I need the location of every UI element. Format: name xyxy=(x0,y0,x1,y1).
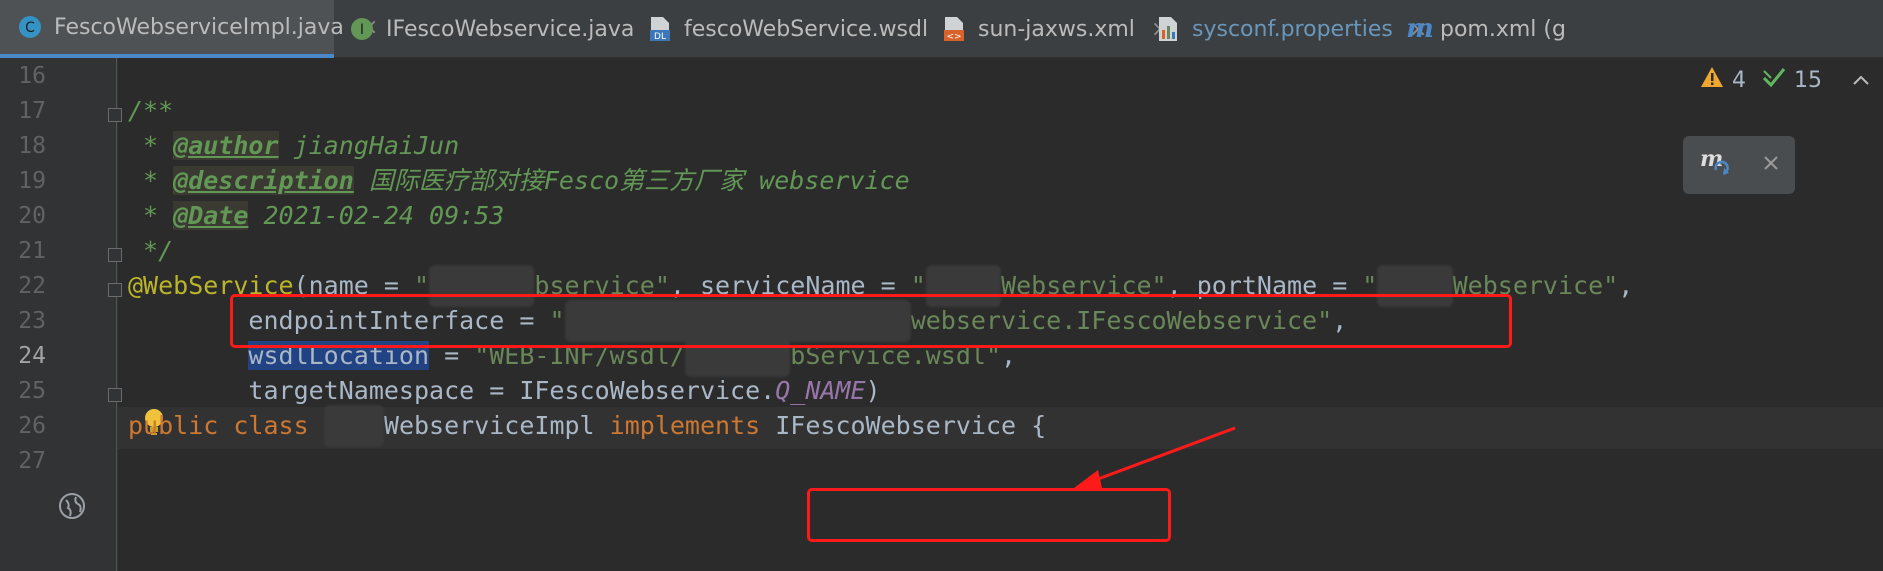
redacted-text: xxxx xyxy=(323,405,384,447)
interface-i-icon: I xyxy=(350,17,374,41)
maven-reload-icon[interactable]: m xyxy=(1698,146,1732,184)
tab-fesco-webservice-impl[interactable]: C FescoWebserviceImpl.java × xyxy=(0,0,378,58)
ok-count: 15 xyxy=(1794,67,1822,93)
tab-label: sysconf.properties xyxy=(1192,16,1393,42)
svg-text:<>: <> xyxy=(946,32,961,42)
class-c-icon: C xyxy=(18,15,42,39)
tab-label: pom.xml (g xyxy=(1440,16,1566,42)
tab-sun-jaxws[interactable]: <> sun-jaxws.xml × xyxy=(928,0,1169,58)
svg-text:I: I xyxy=(360,22,364,38)
svg-text:DL: DL xyxy=(654,32,666,42)
editor-tab-bar: C FescoWebserviceImpl.java × I IFescoWeb… xyxy=(0,0,1883,58)
properties-file-icon xyxy=(1156,17,1180,41)
xml-file-icon: <> xyxy=(942,17,966,42)
close-icon[interactable] xyxy=(1762,154,1780,176)
chevron-up-icon[interactable] xyxy=(1852,68,1870,93)
warning-count: 4 xyxy=(1732,67,1746,93)
line-number: 27 xyxy=(18,448,46,474)
fold-marker[interactable] xyxy=(108,108,122,122)
inspection-widget[interactable]: 4 15 xyxy=(1700,66,1883,94)
code-line-20: * @Date 2021-02-24 09:53 xyxy=(128,201,505,230)
tab-fesco-wsdl[interactable]: DL fescoWebService.wsdl × xyxy=(632,0,963,58)
fold-marker[interactable] xyxy=(108,388,122,402)
wsdl-file-icon: DL xyxy=(648,17,672,42)
fold-marker[interactable] xyxy=(108,283,122,297)
tab-ifesco-webservice[interactable]: I IFescoWebservice.java × xyxy=(334,0,669,58)
svg-text:C: C xyxy=(25,20,35,36)
arrow-annotation xyxy=(1074,426,1236,488)
code-line-26: public class xxxxWebserviceImpl implemen… xyxy=(128,405,1046,447)
globe-icon[interactable] xyxy=(58,492,86,524)
fold-marker[interactable] xyxy=(108,248,122,262)
gutter-separator xyxy=(116,58,117,571)
maven-reload-popup: m xyxy=(1683,136,1795,194)
warning-icon xyxy=(1700,66,1724,94)
code-editor[interactable]: 16 17 18 19 20 21 22 23 24 25 26 27 /** … xyxy=(0,58,1883,571)
tab-label: FescoWebserviceImpl.java xyxy=(54,14,344,40)
check-icon xyxy=(1762,66,1786,94)
tab-pom-xml[interactable]: m pom.xml (g xyxy=(1390,0,1883,58)
tab-label: IFescoWebservice.java xyxy=(386,16,635,42)
tab-label: fescoWebService.wsdl xyxy=(684,16,929,42)
highlight-box-endpoint-interface xyxy=(230,294,1512,348)
tab-sysconf-properties[interactable]: sysconf.properties × xyxy=(1138,0,1427,58)
svg-text:m: m xyxy=(1700,146,1723,172)
maven-m-icon: m xyxy=(1406,14,1434,44)
tab-label: sun-jaxws.xml xyxy=(978,16,1135,42)
